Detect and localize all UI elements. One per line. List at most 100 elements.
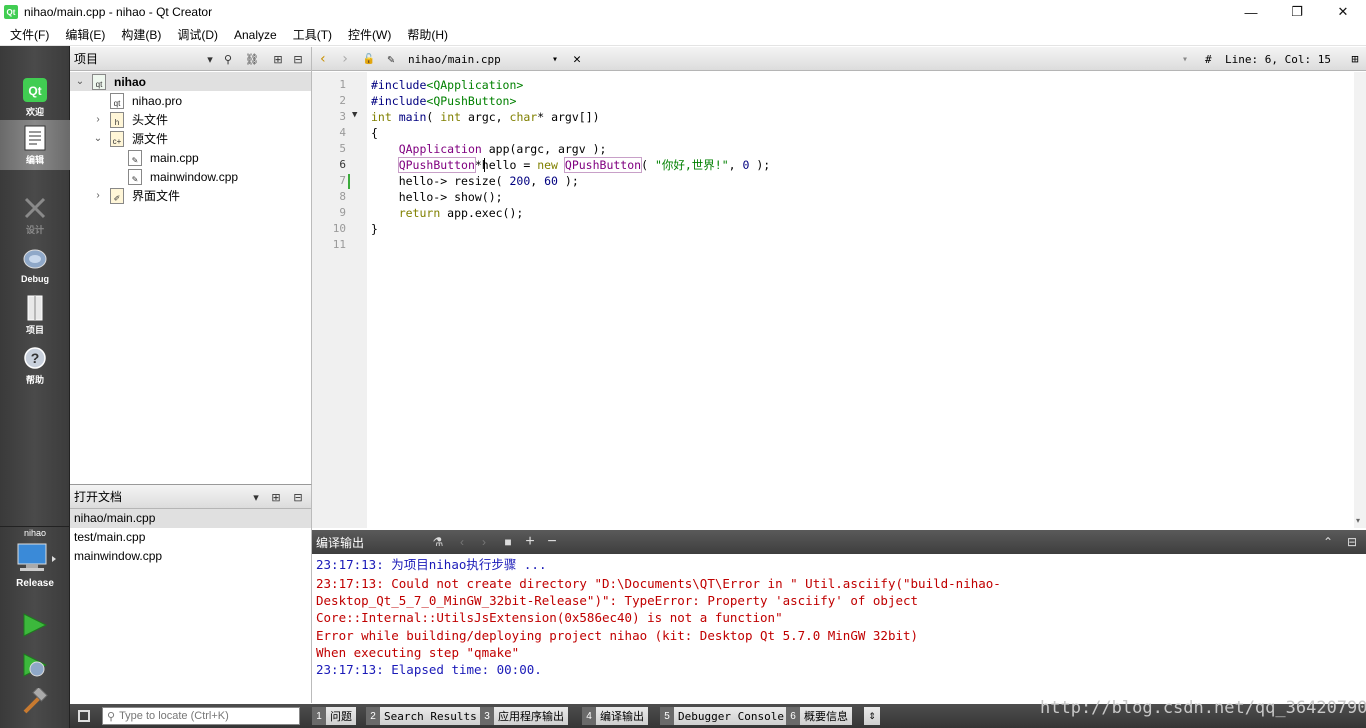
stop-icon[interactable]: ■ xyxy=(500,534,516,550)
tree-item-project[interactable]: ⌄ qt nihao xyxy=(70,72,311,91)
tree-item-mainwindow-cpp[interactable]: ✎ mainwindow.cpp xyxy=(70,167,311,186)
output-line: When executing step "qmake" xyxy=(316,645,520,660)
output-tab-compile-output[interactable]: 4 编译输出 xyxy=(582,707,648,725)
kit-project-name: nihao xyxy=(23,528,47,538)
tab-number: 1 xyxy=(312,707,326,725)
mode-edit[interactable]: 编辑 xyxy=(0,120,70,170)
expand-arrow-icon[interactable]: › xyxy=(92,190,104,201)
zoom-out-icon[interactable]: − xyxy=(544,533,560,550)
build-button[interactable] xyxy=(20,686,50,717)
line-number: 5 xyxy=(339,142,346,155)
split-icon[interactable]: ⊞ xyxy=(268,489,284,505)
tab-label: 编译输出 xyxy=(596,707,648,725)
output-tab-general-messages[interactable]: 6 概要信息 xyxy=(786,707,852,725)
minimize-button[interactable]: — xyxy=(1228,0,1274,24)
mode-help[interactable]: ? 帮助 xyxy=(0,340,70,390)
run-play-icon xyxy=(23,613,48,637)
projects-folder-icon xyxy=(22,295,48,321)
code-line: { xyxy=(371,126,378,140)
file-dropdown-icon[interactable]: ▾ xyxy=(546,50,564,68)
menu-window[interactable]: 控件(W) xyxy=(340,24,399,46)
run-button[interactable] xyxy=(20,612,50,641)
collapse-arrow-icon[interactable]: ⌄ xyxy=(74,76,86,87)
close-pane-icon[interactable]: ⊟ xyxy=(290,489,306,505)
split-icon[interactable]: ⊞ xyxy=(270,51,286,67)
tree-item-forms[interactable]: › ✐ 界面文件 xyxy=(70,186,311,205)
close-output-pane-icon[interactable]: ⊟ xyxy=(1344,534,1360,550)
code-token: app.exec(); xyxy=(440,206,524,220)
encoding-hash: # xyxy=(1205,53,1212,66)
next-item-icon[interactable]: › xyxy=(476,534,492,550)
output-tab-debugger-console[interactable]: 5 Debugger Console xyxy=(660,707,788,725)
mode-projects-label: 项目 xyxy=(25,324,44,335)
output-tab-application-output[interactable]: 3 应用程序输出 xyxy=(480,707,568,725)
tree-item-pro-file[interactable]: qt nihao.pro xyxy=(70,91,311,110)
mode-welcome[interactable]: Qt 欢迎 xyxy=(0,72,70,122)
pane-view-dropdown-icon[interactable]: ▾ xyxy=(248,489,264,505)
tree-item-sources[interactable]: ⌄ c+ 源文件 xyxy=(70,129,311,148)
split-editor-icon[interactable]: ⊞ xyxy=(1346,50,1364,68)
pane-view-dropdown-icon[interactable]: ▾ xyxy=(202,51,218,67)
code-editor[interactable]: #include<QApplication> #include<QPushBut… xyxy=(367,72,1354,528)
close-pane-icon[interactable]: ⊟ xyxy=(290,51,306,67)
tree-item-label: 头文件 xyxy=(132,113,169,127)
expand-arrow-icon[interactable]: › xyxy=(92,114,104,125)
tab-number: 6 xyxy=(786,707,800,725)
menu-help[interactable]: 帮助(H) xyxy=(399,24,456,46)
link-icon[interactable]: ⛓ xyxy=(244,51,260,67)
cursor-position[interactable]: Line: 6, Col: 15 xyxy=(1225,53,1331,66)
mode-projects[interactable]: 项目 xyxy=(0,290,70,340)
kit-selector[interactable] xyxy=(12,542,62,580)
locator-input[interactable]: ⚲ Type to locate (Ctrl+K) xyxy=(102,707,300,725)
include-path-token: <QApplication> xyxy=(426,78,524,92)
collapse-arrow-icon[interactable]: ⌄ xyxy=(92,133,104,144)
menu-tools[interactable]: 工具(T) xyxy=(285,24,340,46)
menu-analyze[interactable]: Analyze xyxy=(226,24,285,46)
code-line: return app.exec(); xyxy=(371,205,524,221)
output-tab-issues[interactable]: 1 问题 xyxy=(312,707,356,725)
fold-arrow-icon[interactable]: ▼ xyxy=(352,110,357,120)
menu-file[interactable]: 文件(F) xyxy=(2,24,57,46)
project-pane-title: 项目 xyxy=(74,52,99,66)
mode-design[interactable]: 设计 xyxy=(0,190,70,240)
open-document-item[interactable]: test/main.cpp xyxy=(70,528,311,547)
tree-item-label: 源文件 xyxy=(132,132,169,146)
editor-file-name[interactable]: nihao/main.cpp xyxy=(408,53,501,66)
filter-icon[interactable]: ⚲ xyxy=(220,51,236,67)
previous-item-icon[interactable]: ‹ xyxy=(454,534,470,550)
editor-vertical-scrollbar[interactable]: ▾ xyxy=(1354,72,1366,528)
close-button[interactable]: ✕ xyxy=(1320,0,1366,24)
number-token: 60 xyxy=(544,174,558,188)
tree-item-label: nihao.pro xyxy=(132,93,183,108)
output-pane-title: 编译输出 xyxy=(316,535,365,550)
maximize-pane-icon[interactable]: ⌃ xyxy=(1320,534,1336,550)
tab-label: 问题 xyxy=(326,707,356,725)
output-tab-search-results[interactable]: 2 Search Results xyxy=(366,707,481,725)
tree-item-headers[interactable]: › h 头文件 xyxy=(70,110,311,129)
back-arrow-icon[interactable]: ‹ xyxy=(314,50,332,68)
zoom-in-icon[interactable]: + xyxy=(522,533,538,550)
code-token: * argv[]) xyxy=(537,110,600,124)
menu-edit[interactable]: 编辑(E) xyxy=(57,24,113,46)
tree-item-main-cpp[interactable]: ✎ main.cpp xyxy=(70,148,311,167)
close-document-icon[interactable]: ✕ xyxy=(568,50,586,68)
open-document-item[interactable]: mainwindow.cpp xyxy=(70,547,311,566)
scroll-down-arrow-icon[interactable]: ▾ xyxy=(1356,516,1360,525)
menu-debug[interactable]: 调试(D) xyxy=(169,24,226,46)
tree-item-label: main.cpp xyxy=(150,150,199,165)
menu-build[interactable]: 构建(B) xyxy=(113,24,169,46)
code-token: , xyxy=(728,158,743,172)
mode-debug[interactable]: Debug xyxy=(0,240,70,290)
toggle-sidebar-icon[interactable] xyxy=(78,710,90,722)
open-document-item[interactable]: nihao/main.cpp xyxy=(70,509,311,528)
maximize-button[interactable]: ❐ xyxy=(1274,0,1320,24)
number-token: 200 xyxy=(509,174,531,188)
modified-line-marker xyxy=(348,174,350,189)
debug-run-button[interactable] xyxy=(20,652,50,681)
compile-output[interactable]: 23:17:13: 为项目nihao执行步骤 ... 23:17:13: Cou… xyxy=(312,554,1366,704)
forward-arrow-icon[interactable]: › xyxy=(336,50,354,68)
filter-output-icon[interactable]: ⚗ xyxy=(430,534,446,550)
symbols-dropdown-icon[interactable]: ▾ xyxy=(1176,50,1194,68)
more-tabs-arrows-icon[interactable]: ⇕ xyxy=(864,707,880,725)
qt-creator-app-icon: Qt xyxy=(4,5,18,19)
